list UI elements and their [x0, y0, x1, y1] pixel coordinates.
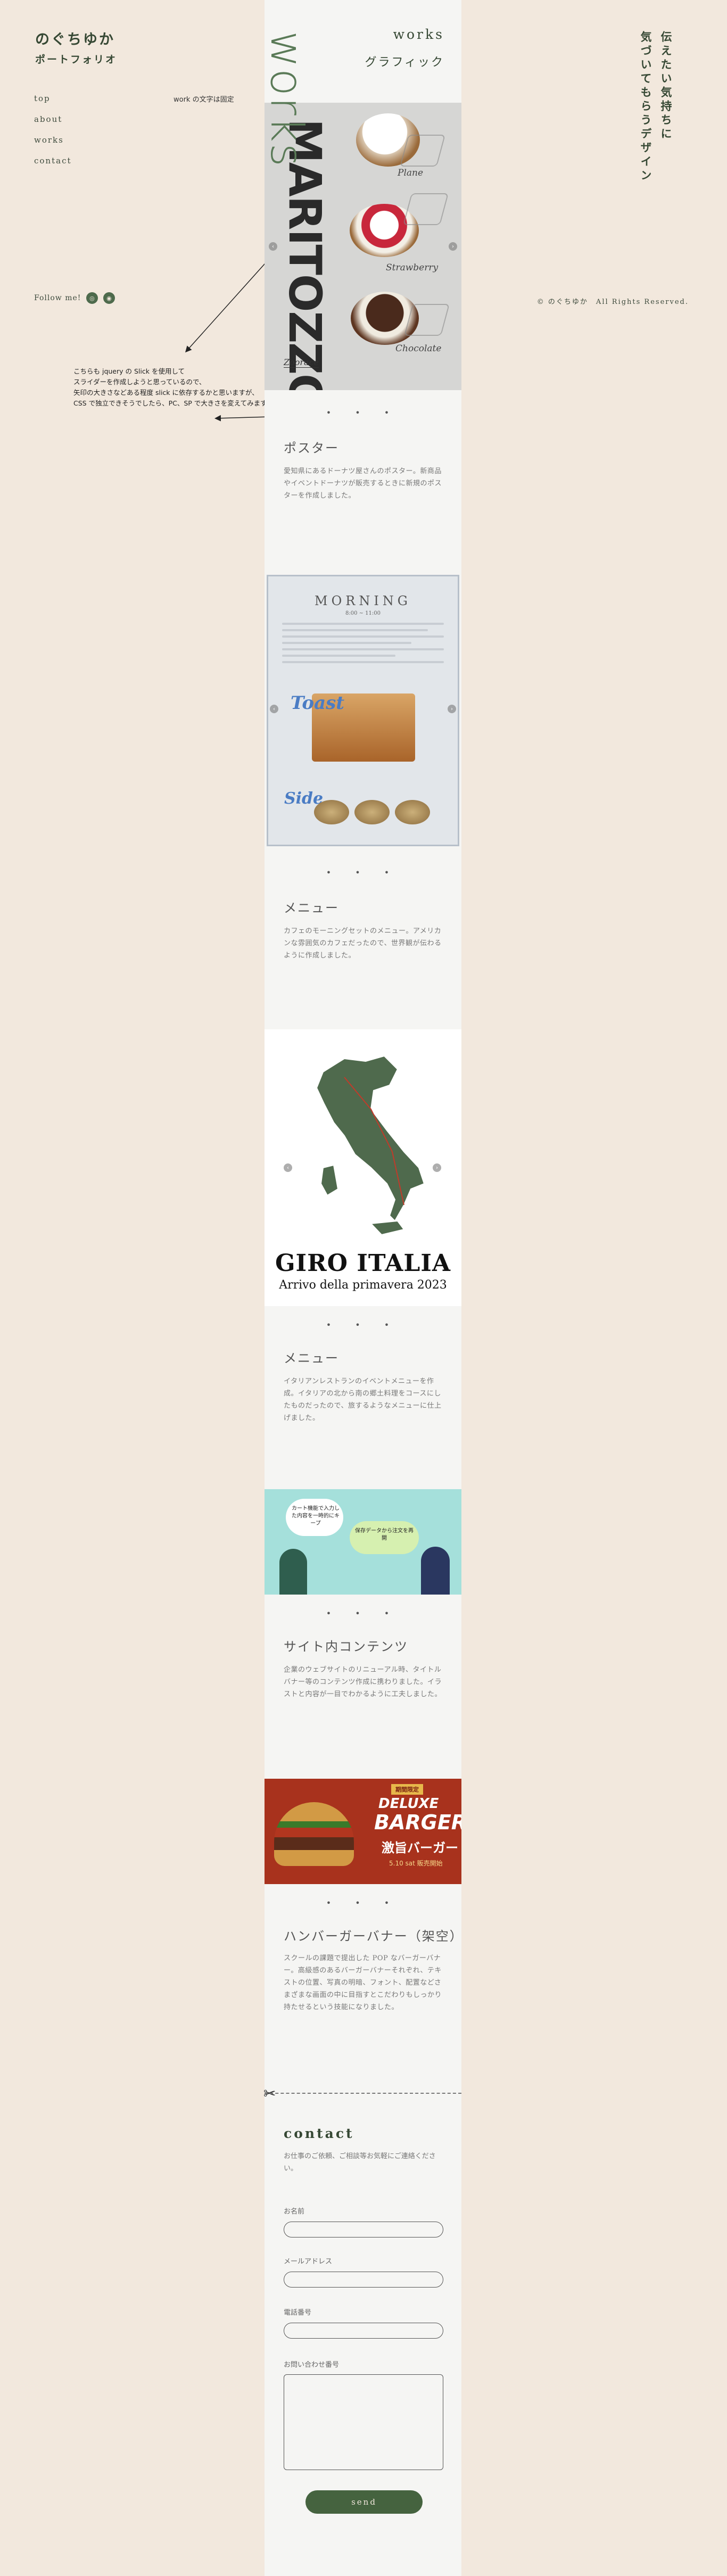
- instagram-icon[interactable]: ◎: [86, 292, 98, 304]
- hero-brandmark: Zoorace: [284, 357, 319, 368]
- label-plain: Plane: [398, 168, 424, 178]
- bubble-text-keep: カート機能で入力した内容を一時的にキープ: [292, 1506, 340, 1526]
- work-description: 愛知県にあるドーナツ屋さんのポスター。新商品やイベントドーナツが販売するときに新…: [284, 467, 442, 500]
- contact-divider: [265, 2093, 461, 2094]
- send-button[interactable]: send: [305, 2490, 423, 2514]
- menu-toast-label: Toast: [291, 692, 344, 714]
- brand-subtitle: ポートフォリオ: [35, 54, 118, 65]
- slide-prev-icon[interactable]: ‹: [284, 1163, 292, 1172]
- nav-item-works[interactable]: works: [34, 135, 72, 145]
- label-chocolate: Chocolate: [395, 343, 442, 354]
- inquiry-field[interactable]: [284, 2374, 443, 2470]
- contact-description: お仕事のご依頼、ご相談等お気軽にご連絡ください。: [284, 2152, 436, 2173]
- slider-dots[interactable]: • • •: [265, 408, 461, 418]
- work-description: 企業のウェブサイトのリニューアル時、タイトルバナー等のコンテンツ作成に携わりまし…: [284, 1666, 442, 1698]
- menu-slide-image[interactable]: MORNING 8:00 ~ 11:00 Toast Side ‹ ›: [265, 573, 461, 848]
- name-label: お名前: [284, 2208, 305, 2216]
- tagline-line-2: 気づいてもらうデザイン: [639, 31, 652, 183]
- follow-label: Follow me!: [34, 294, 81, 302]
- morning-menu-card: MORNING 8:00 ~ 11:00 Toast Side: [267, 575, 459, 846]
- italy-title: GIRO ITALIA: [275, 1250, 451, 1277]
- dev-note-line: スライダーを作成しようと思っているので、: [73, 378, 206, 386]
- contact-title: contact: [284, 2126, 354, 2141]
- tagline-vertical: 伝えたい気持ちに 気づいてもらうデザイン: [637, 31, 674, 183]
- tagline-line-1: 伝えたい気持ちに: [659, 31, 673, 142]
- inquiry-label: お問い合わせ番号: [284, 2361, 340, 2369]
- work-title: メニュー: [284, 1351, 339, 1366]
- sketch-illustration: [399, 135, 446, 167]
- slider-dots[interactable]: • • •: [265, 1898, 461, 1908]
- follow-links: Follow me! ◎ ◉: [34, 292, 115, 304]
- slide-prev-icon[interactable]: ‹: [270, 705, 278, 713]
- label-strawberry: Strawberry: [386, 262, 439, 273]
- person-illustration: [279, 1549, 307, 1595]
- slider-dots[interactable]: • • •: [265, 1608, 461, 1619]
- slide-next-icon[interactable]: ›: [449, 242, 457, 251]
- bubble-text-resume: 保存データから注文を再開: [355, 1528, 414, 1541]
- slide-next-icon[interactable]: ›: [448, 705, 456, 713]
- slider-dots[interactable]: • • •: [265, 868, 461, 878]
- work-title: メニュー: [284, 901, 339, 915]
- phone-label: 電話番号: [284, 2309, 312, 2317]
- slide-next-icon[interactable]: ›: [433, 1163, 441, 1172]
- annotation-dev-note: こちらも jquery の Slick を使用して スライダーを作成しようと思っ…: [73, 366, 273, 409]
- burger-title-2: BARGER: [374, 1811, 461, 1834]
- works-header: works グラフィック: [365, 27, 444, 70]
- slide-prev-icon[interactable]: ‹: [269, 242, 277, 251]
- dev-note-line: CSS で独立できそうでしたら、PC、SP で大きさを変えてみます。: [73, 399, 273, 407]
- side-dish: [314, 800, 349, 824]
- phone-field[interactable]: [284, 2323, 443, 2339]
- menu-heading: MORNING: [315, 593, 411, 608]
- nav-item-contact[interactable]: contact: [34, 156, 72, 166]
- slider-dots[interactable]: • • •: [265, 1320, 461, 1330]
- work-title: サイト内コンテンツ: [284, 1639, 408, 1654]
- works-title: works: [393, 27, 444, 42]
- global-nav: top about works contact: [34, 94, 72, 177]
- side-dish: [395, 800, 430, 824]
- limited-badge: 期間限定: [391, 1784, 423, 1795]
- works-column: works グラフィック works MARITOZZO Plane Straw…: [261, 0, 464, 2576]
- burger-title-1: DELUXE: [378, 1796, 439, 1812]
- side-dish: [354, 800, 390, 824]
- work-title: ポスター: [284, 441, 339, 456]
- italy-map: [316, 1055, 425, 1236]
- site-brand[interactable]: のぐちゆか ポートフォリオ: [35, 28, 117, 66]
- work-description: カフェのモーニングセットのメニュー。アメリカンな雰囲気のカフェだったので、世界観…: [284, 927, 442, 960]
- copyright: © のぐちゆか All Rights Reserved.: [536, 298, 689, 306]
- email-field[interactable]: [284, 2272, 443, 2288]
- italy-subtitle: Arrivo della primavera 2023: [279, 1278, 447, 1292]
- burger-date: 5.10 sat 販売開始: [389, 1860, 443, 1867]
- dev-note-line: 矢印の大きさなどある程度 slick に依存するかと思いますが、: [73, 389, 259, 397]
- name-field[interactable]: [284, 2222, 443, 2238]
- dev-note-line: こちらも jquery の Slick を使用して: [73, 367, 185, 375]
- burger-photo: [274, 1802, 354, 1866]
- twitter-icon[interactable]: ◉: [103, 292, 115, 304]
- site-content-banner-image[interactable]: カート機能で入力した内容を一時的にキープ 保存データから注文を再開: [265, 1489, 461, 1595]
- work-description: スクールの課題で提出した POP なバーガーバナー。高級感のあるバーガーバナーそ…: [284, 1954, 442, 2011]
- nav-item-about[interactable]: about: [34, 114, 72, 124]
- sketch-illustration: [402, 193, 449, 225]
- work-title: ハンバーガーバナー（架空）: [284, 1929, 464, 1944]
- annotation-fixed-note: work の文字は固定: [174, 96, 234, 104]
- person-illustration: [421, 1547, 450, 1595]
- sketch-illustration: [403, 304, 450, 336]
- burger-jp-title: 激旨バーガー: [382, 1840, 458, 1855]
- nav-item-top[interactable]: top: [34, 94, 72, 103]
- email-label: メールアドレス: [284, 2258, 333, 2266]
- work-description: イタリアンレストランのイベントメニューを作成。イタリアの北から南の郷土料理をコー…: [284, 1377, 442, 1422]
- brand-name: のぐちゆか: [35, 31, 115, 48]
- italy-slide-image[interactable]: GIRO ITALIA Arrivo della primavera 2023 …: [265, 1029, 461, 1306]
- menu-text-lines: [282, 623, 444, 663]
- burger-banner-image[interactable]: 期間限定 DELUXE BARGER 激旨バーガー 5.10 sat 販売開始: [265, 1779, 461, 1884]
- menu-time: 8:00 ~ 11:00: [345, 610, 381, 616]
- works-vertical-label: works: [261, 31, 313, 168]
- works-subtitle: グラフィック: [365, 56, 444, 69]
